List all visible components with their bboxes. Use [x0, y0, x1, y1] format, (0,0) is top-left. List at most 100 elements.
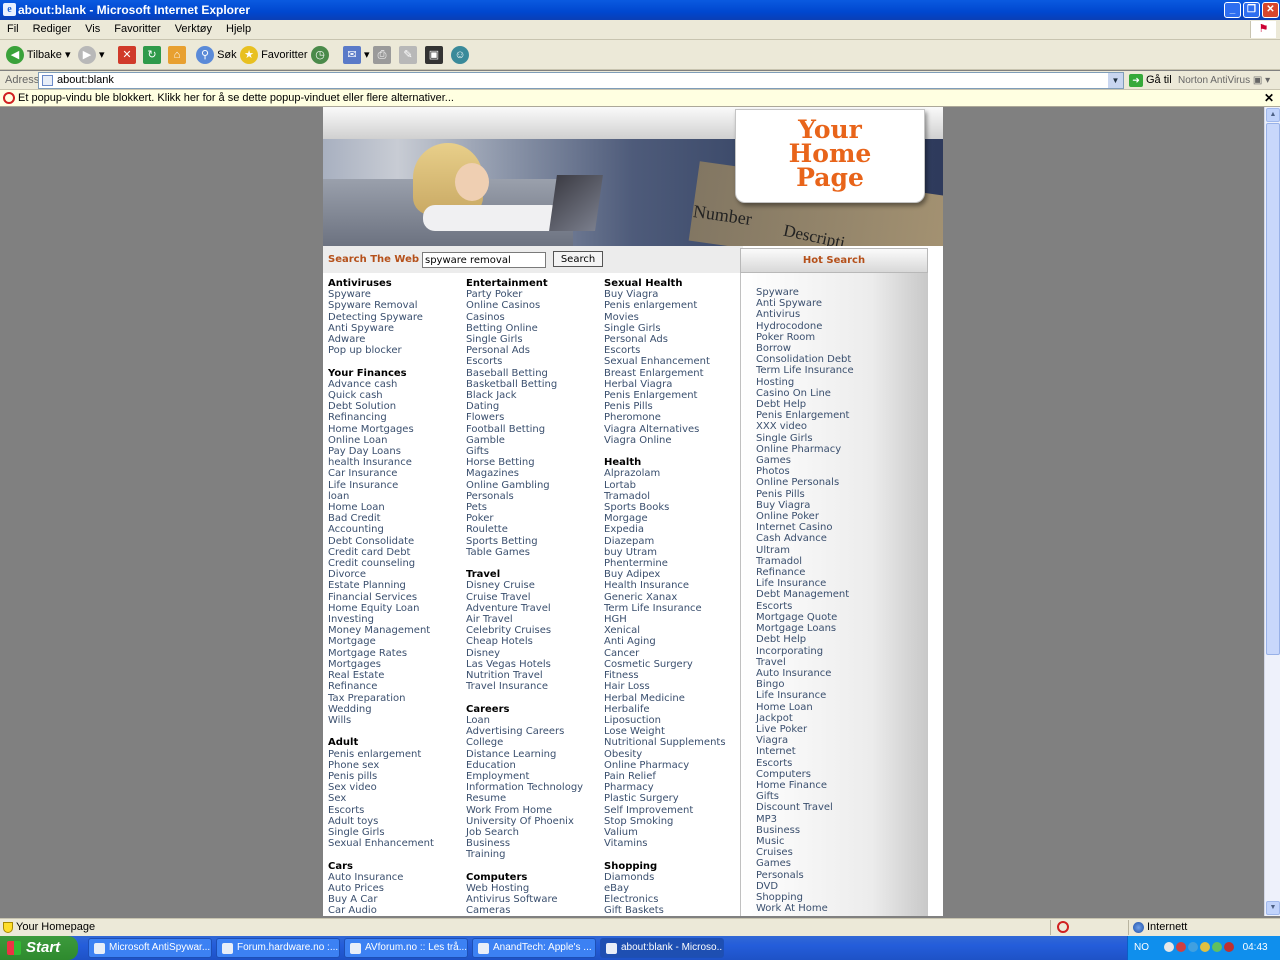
taskbar-item-forum-hardware[interactable]: Forum.hardware.no :... — [216, 938, 340, 958]
address-dropdown-icon[interactable]: ▼ — [1108, 73, 1123, 88]
hot-search-link[interactable]: Home Loan — [756, 702, 854, 713]
category-link[interactable]: Sex video — [328, 782, 466, 793]
category-link[interactable]: Casinos — [466, 312, 604, 323]
category-link[interactable]: Escorts — [466, 356, 604, 367]
category-link[interactable]: Cruise Travel — [466, 592, 604, 603]
category-link[interactable]: Roulette — [466, 524, 604, 535]
category-link[interactable]: Advance cash — [328, 379, 466, 390]
category-link[interactable]: Advertising Careers — [466, 726, 604, 737]
category-link[interactable]: Obesity — [604, 749, 742, 760]
category-link[interactable]: Gift Baskets — [604, 905, 742, 916]
hot-search-link[interactable]: Mortgage Loans — [756, 623, 854, 634]
category-link[interactable]: Hair Loss — [604, 681, 742, 692]
category-link[interactable]: Mortgage Rates — [328, 648, 466, 659]
category-link[interactable]: Buy Adipex — [604, 569, 742, 580]
taskbar-item-about-blank[interactable]: about:blank - Microso... — [600, 938, 724, 958]
category-link[interactable]: Home Mortgages — [328, 424, 466, 435]
category-link[interactable]: Detecting Spyware — [328, 312, 466, 323]
hot-search-link[interactable]: Incorporating — [756, 646, 854, 657]
category-link[interactable]: Car Audio — [328, 905, 466, 916]
menu-view[interactable]: Vis — [78, 20, 107, 39]
category-link[interactable]: Antivirus Software — [466, 894, 604, 905]
category-link[interactable]: Penis pills — [328, 771, 466, 782]
category-link[interactable]: Debt Consolidate — [328, 536, 466, 547]
hot-search-link[interactable]: Penis Enlargement — [756, 410, 854, 421]
hot-search-link[interactable]: Spyware — [756, 287, 854, 298]
category-link[interactable]: Auto Prices — [328, 883, 466, 894]
edit-button[interactable]: ✎ — [399, 45, 417, 65]
scroll-thumb[interactable] — [1266, 123, 1280, 655]
home-button[interactable]: ⌂ — [168, 45, 186, 65]
category-link[interactable]: Health Insurance — [604, 580, 742, 591]
category-link[interactable]: Betting Online — [466, 323, 604, 334]
hot-search-link[interactable]: Life Insurance — [756, 578, 854, 589]
category-link[interactable]: Stop Smoking — [604, 816, 742, 827]
category-link[interactable]: Baseball Betting — [466, 368, 604, 379]
favorites-button[interactable]: ★ Favoritter — [240, 45, 308, 65]
scroll-up-icon[interactable]: ▲ — [1266, 108, 1280, 122]
category-link[interactable]: Sex — [328, 793, 466, 804]
address-input[interactable]: about:blank ▼ — [38, 72, 1124, 89]
print-button[interactable]: ⎙ — [373, 45, 391, 65]
hot-search-link[interactable]: Computers — [756, 769, 854, 780]
hot-search-link[interactable]: Escorts — [756, 758, 854, 769]
hot-search-link[interactable]: Debt Management — [756, 589, 854, 600]
hot-search-link[interactable]: Games — [756, 858, 854, 869]
discuss-button[interactable]: ▣ — [425, 45, 443, 65]
hot-search-link[interactable]: Discount Travel — [756, 802, 854, 813]
category-link[interactable]: health Insurance — [328, 457, 466, 468]
hot-search-link[interactable]: Travel — [756, 657, 854, 668]
category-link[interactable]: Basketball Betting — [466, 379, 604, 390]
hot-search-link[interactable]: Buy Viagra — [756, 500, 854, 511]
hot-search-link[interactable]: Internet Casino — [756, 522, 854, 533]
category-link[interactable]: Sexual Enhancement — [604, 356, 742, 367]
hot-search-link[interactable]: Tramadol — [756, 556, 854, 567]
menu-file[interactable]: Fil — [0, 20, 26, 39]
category-link[interactable]: Disney Cruise — [466, 580, 604, 591]
hot-search-link[interactable]: Business — [756, 825, 854, 836]
category-link[interactable]: buy Utram — [604, 547, 742, 558]
category-link[interactable]: Single Girls — [328, 827, 466, 838]
hot-search-link[interactable]: Cash Advance — [756, 533, 854, 544]
scroll-down-icon[interactable]: ▼ — [1266, 901, 1280, 915]
category-link[interactable]: Single Girls — [604, 323, 742, 334]
category-link[interactable]: Sports Books — [604, 502, 742, 513]
taskbar-item-anandtech[interactable]: AnandTech: Apple's ... — [472, 938, 596, 958]
hot-search-link[interactable]: Home Finance — [756, 780, 854, 791]
category-link[interactable]: Penis enlargement — [328, 749, 466, 760]
history-button[interactable]: ◷ — [311, 45, 329, 65]
hot-search-link[interactable]: Hosting — [756, 377, 854, 388]
category-link[interactable]: Electronics — [604, 894, 742, 905]
norton-antivirus-button[interactable]: Norton AntiVirus ▣ ▾ — [1178, 75, 1270, 86]
popup-blocker-status-icon[interactable] — [1057, 921, 1069, 933]
category-link[interactable]: Air Travel — [466, 614, 604, 625]
forward-button[interactable]: ▶ ▾ — [78, 45, 105, 65]
tray-icon[interactable] — [1211, 942, 1222, 953]
hot-search-link[interactable]: Games — [756, 455, 854, 466]
taskbar-item-avforum[interactable]: AVforum.no :: Les trå... — [344, 938, 468, 958]
category-link[interactable]: Gamble — [466, 435, 604, 446]
hot-search-link[interactable]: Work At Home — [756, 903, 854, 914]
category-link[interactable]: Online Gambling — [466, 480, 604, 491]
category-link[interactable]: Credit counseling — [328, 558, 466, 569]
category-link[interactable]: Escorts — [328, 805, 466, 816]
infobar-close-icon[interactable]: ✕ — [1264, 90, 1274, 106]
category-link[interactable]: Vitamins — [604, 838, 742, 849]
search-button[interactable]: ⚲ Søk — [196, 45, 237, 65]
category-link[interactable]: Las Vegas Hotels — [466, 659, 604, 670]
category-link[interactable]: Magazines — [466, 468, 604, 479]
category-link[interactable]: Loan — [466, 715, 604, 726]
category-link[interactable]: Flowers — [466, 412, 604, 423]
category-link[interactable]: Cameras — [466, 905, 604, 916]
category-link[interactable]: eBay — [604, 883, 742, 894]
minimize-button[interactable]: _ — [1224, 2, 1241, 18]
hot-search-link[interactable]: Single Girls — [756, 433, 854, 444]
category-link[interactable]: Breast Enlargement — [604, 368, 742, 379]
category-link[interactable]: Escorts — [604, 345, 742, 356]
tray-icon[interactable] — [1187, 942, 1198, 953]
category-link[interactable]: Alprazolam — [604, 468, 742, 479]
category-link[interactable]: Information Technology — [466, 782, 604, 793]
mail-button[interactable]: ✉ ▾ — [343, 45, 370, 65]
category-link[interactable]: Lose Weight — [604, 726, 742, 737]
tray-icon[interactable] — [1223, 942, 1234, 953]
